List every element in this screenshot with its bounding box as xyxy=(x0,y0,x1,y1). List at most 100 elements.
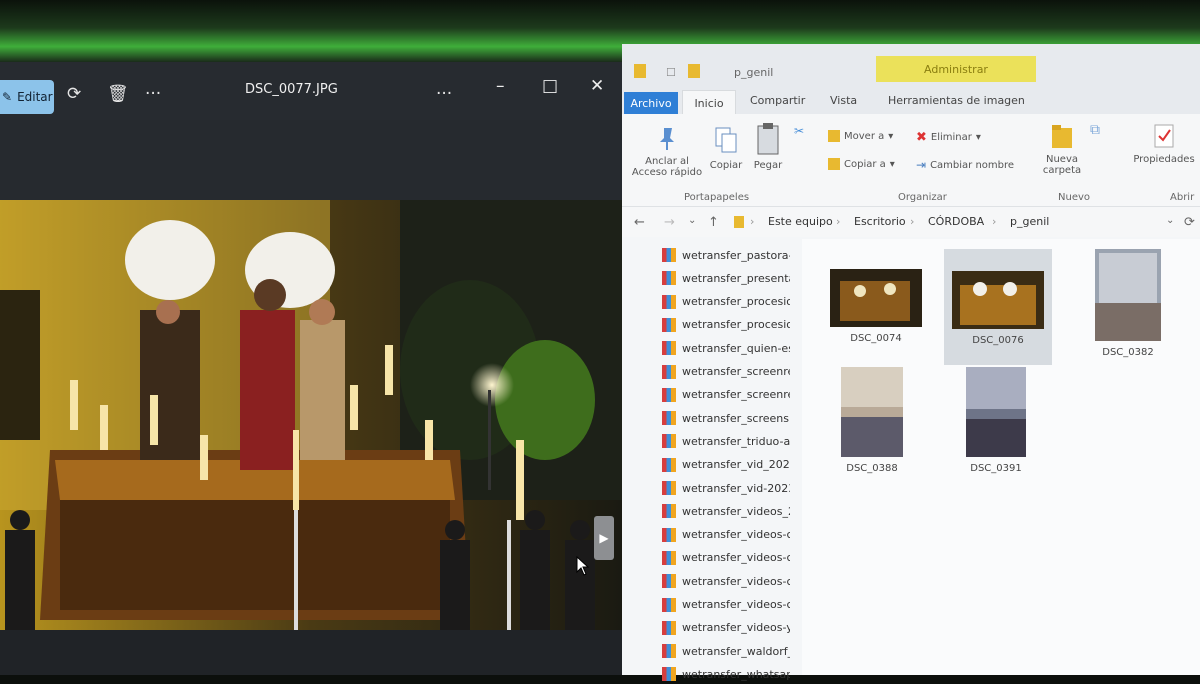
breadcrumb-item[interactable]: Escritorio xyxy=(854,215,906,228)
address-dropdown-icon[interactable]: ⌄ xyxy=(1166,215,1174,226)
nav-folder-item[interactable]: wetransfer_videos-c xyxy=(662,571,790,591)
nav-folder-item[interactable]: wetransfer_videos-y xyxy=(662,618,790,638)
nav-folder-label: wetransfer_presenta xyxy=(682,271,790,285)
see-more-icon[interactable]: ··· xyxy=(436,84,452,104)
zip-folder-icon xyxy=(662,457,676,472)
nav-folder-item[interactable]: wetransfer_screensh xyxy=(662,408,790,428)
nav-folder-item[interactable]: wetransfer_quien-es xyxy=(662,338,790,358)
nav-folder-item[interactable]: wetransfer_triduo-a xyxy=(662,431,790,451)
nav-folder-item[interactable]: wetransfer_videos_2 xyxy=(662,501,790,521)
nav-folder-label: wetransfer_videos-c xyxy=(682,528,790,542)
new-item-icon[interactable]: ⧉ xyxy=(1090,122,1100,138)
more-options-icon[interactable]: ··· xyxy=(145,84,161,104)
zip-folder-icon xyxy=(662,364,676,379)
nav-folder-label: wetransfer_videos-c xyxy=(682,551,790,565)
forward-arrow-icon[interactable]: → xyxy=(664,215,675,230)
chevron-down-icon: ▾ xyxy=(975,132,981,143)
tab-vista[interactable]: Vista xyxy=(830,94,857,107)
zip-folder-icon xyxy=(662,644,676,659)
cut-icon[interactable]: ✂ xyxy=(794,124,804,138)
zip-folder-icon xyxy=(662,271,676,286)
nav-folder-label: wetransfer_screensh xyxy=(682,411,790,425)
properties-qat-icon[interactable]: ☐ xyxy=(666,66,676,79)
ribbon-tabs: Archivo Inicio Compartir Vista Herramien… xyxy=(622,88,1200,115)
maximize-button[interactable]: □ xyxy=(542,76,558,96)
group-portapapeles: Portapapeles xyxy=(684,192,750,203)
copy-to-button[interactable]: Copiar a ▾ xyxy=(828,158,895,170)
mouse-cursor xyxy=(576,555,590,580)
up-arrow-icon[interactable]: ↑ xyxy=(708,215,719,230)
nav-folder-item[interactable]: wetransfer_videos-c xyxy=(662,548,790,568)
rename-button[interactable]: ⇥ Cambiar nombre xyxy=(916,158,1014,172)
zip-folder-icon xyxy=(662,411,676,426)
window-title: p_genil xyxy=(734,66,774,79)
nav-folder-item[interactable]: wetransfer_procesio xyxy=(662,315,790,335)
address-bar[interactable]: ← → ⌄ ↑ › Este equipo › Escritorio › CÓR… xyxy=(622,207,1200,237)
file-thumbnail[interactable]: DSC_0074 xyxy=(822,269,930,344)
nav-folder-item[interactable]: wetransfer_screenre xyxy=(662,385,790,405)
nav-folder-item[interactable]: wetransfer_videos-c xyxy=(662,525,790,545)
edit-label: Editar xyxy=(17,90,53,104)
nav-folder-item[interactable]: wetransfer_procesio xyxy=(662,292,790,312)
zip-folder-icon xyxy=(662,387,676,402)
close-button[interactable]: ✕ xyxy=(590,76,604,96)
nav-folder-item[interactable]: wetransfer_pastora- xyxy=(662,245,790,265)
zip-folder-icon xyxy=(662,620,676,635)
move-to-button[interactable]: Mover a ▾ xyxy=(828,130,893,142)
tab-herramientas[interactable]: Herramientas de imagen xyxy=(888,94,1025,107)
chevron-down-icon: ▾ xyxy=(888,130,894,142)
zip-folder-icon xyxy=(662,294,676,309)
tab-inicio[interactable]: Inicio xyxy=(682,90,736,115)
nav-folder-item[interactable]: wetransfer_screenre xyxy=(662,362,790,382)
recent-chevron-icon[interactable]: ⌄ xyxy=(688,215,696,226)
nav-folder-label: wetransfer_videos-c xyxy=(682,598,790,611)
nav-folder-label: wetransfer_triduo-a xyxy=(682,434,790,448)
file-view: DSC_0074 DSC_0076 DSC_0382 DSC_0388 DSC_… xyxy=(802,239,1200,675)
zip-folder-icon xyxy=(662,574,676,589)
manage-context-tab[interactable]: Administrar xyxy=(876,56,1036,82)
delete-icon[interactable]: 🗑 xyxy=(107,84,129,104)
file-thumbnail[interactable]: DSC_0382 xyxy=(1074,249,1182,358)
breadcrumb-item[interactable]: CÓRDOBA xyxy=(928,215,984,228)
delete-button[interactable]: ✖ Eliminar ▾ xyxy=(916,130,981,145)
photos-app-window: ✎ Editar ⟳ 🗑 ··· DSC_0077.JPG ··· – □ ✕ xyxy=(0,62,622,675)
photo-title: DSC_0077.JPG xyxy=(245,82,338,97)
nav-folder-item[interactable]: wetransfer_waldorf_ xyxy=(662,641,790,661)
edit-button[interactable]: ✎ Editar xyxy=(0,80,54,114)
new-folder-button[interactable]: Nueva carpeta xyxy=(1040,122,1084,176)
folder-icon xyxy=(634,64,646,78)
file-thumbnail[interactable]: DSC_0391 xyxy=(942,367,1050,474)
paste-button[interactable]: Pegar xyxy=(750,122,786,171)
copy-button[interactable]: Copiar xyxy=(708,126,744,171)
nav-folder-item[interactable]: wetransfer_videos-c xyxy=(662,595,790,615)
nav-folder-label: wetransfer_pastora- xyxy=(682,248,790,262)
nav-folder-item[interactable]: wetransfer_vid-2023 xyxy=(662,478,790,498)
zip-folder-icon xyxy=(662,597,676,612)
tab-archivo[interactable]: Archivo xyxy=(624,92,678,114)
zip-folder-icon xyxy=(662,341,676,356)
minimize-button[interactable]: – xyxy=(496,76,505,96)
next-photo-button[interactable]: ▶ xyxy=(594,516,614,560)
back-arrow-icon[interactable]: ← xyxy=(634,215,645,230)
breadcrumb-item[interactable]: p_genil xyxy=(1010,215,1049,228)
pin-quick-access-button[interactable]: Anclar al Acceso rápido xyxy=(630,126,704,178)
nav-folder-item[interactable]: wetransfer_vid_2024 xyxy=(662,455,790,475)
tab-compartir[interactable]: Compartir xyxy=(750,94,805,107)
folder-icon xyxy=(734,216,744,228)
nav-folder-label: wetransfer_procesio xyxy=(682,318,790,332)
file-thumbnail[interactable]: DSC_0388 xyxy=(818,367,926,474)
group-nuevo: Nuevo xyxy=(1058,192,1091,203)
rotate-icon[interactable]: ⟳ xyxy=(67,84,81,104)
breadcrumb-item[interactable]: Este equipo xyxy=(768,215,833,228)
zip-folder-icon xyxy=(662,550,676,565)
nav-folder-item[interactable]: wetransfer_presenta xyxy=(662,268,790,288)
zip-folder-icon xyxy=(662,317,676,332)
nav-folder-label: wetransfer_screenre xyxy=(682,388,790,402)
refresh-icon[interactable]: ⟳ xyxy=(1184,215,1195,230)
properties-button[interactable]: Propiedades xyxy=(1128,122,1200,165)
copy-to-icon xyxy=(828,158,840,170)
nav-folder-item[interactable]: wetransfer_whatsap xyxy=(662,664,790,684)
new-folder-qat-icon[interactable] xyxy=(688,64,700,78)
file-thumbnail-selected[interactable]: DSC_0076 xyxy=(944,249,1052,365)
ribbon-panel: Anclar al Acceso rápido Copiar Pegar ✂ P… xyxy=(622,114,1200,207)
